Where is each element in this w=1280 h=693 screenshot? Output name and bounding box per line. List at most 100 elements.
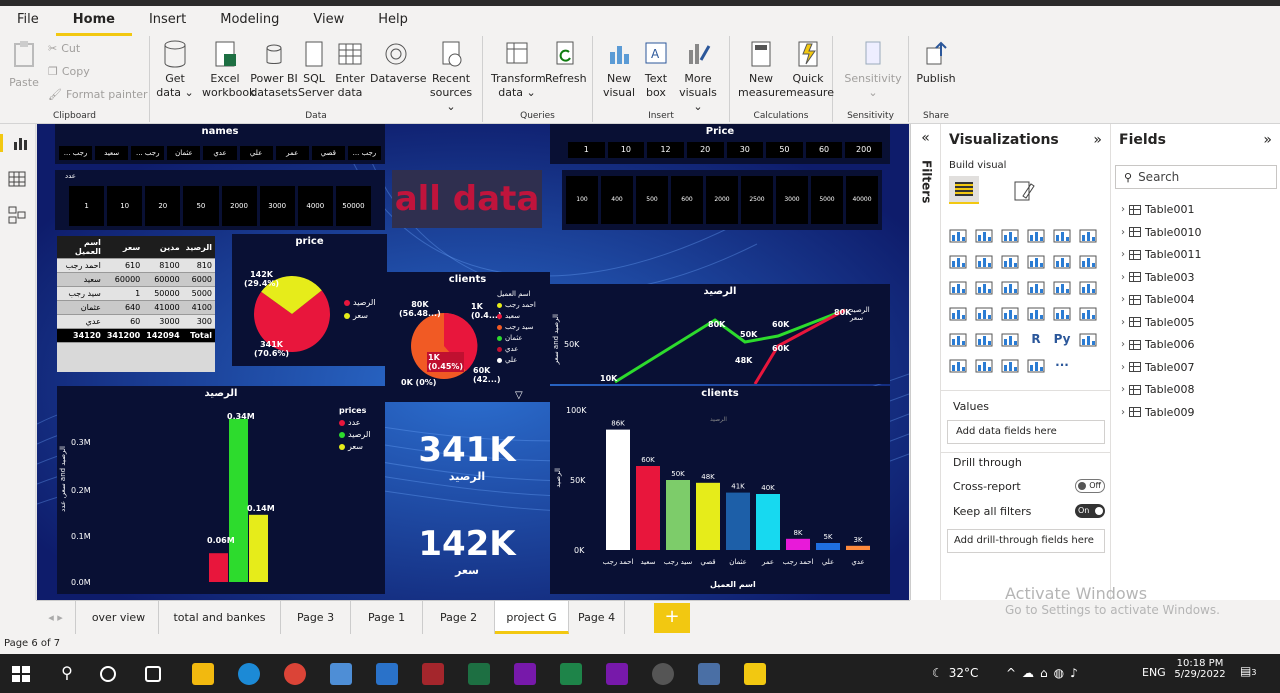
menu-insert[interactable]: Insert [132, 6, 203, 36]
cortana-icon[interactable] [100, 666, 116, 682]
key-influencers-icon[interactable] [1079, 332, 1097, 348]
kpi-icon[interactable] [1079, 306, 1097, 322]
names-slicer-item[interactable]: ... رجب [131, 146, 165, 160]
page-tab[interactable]: Page 3 [281, 601, 351, 634]
page-tab[interactable]: Page 4 [569, 601, 625, 634]
filters-pane-collapsed[interactable]: « Filters [910, 124, 940, 600]
text-box-button[interactable]: A Text box [641, 40, 671, 100]
python-visual-icon[interactable]: Py [1053, 332, 1071, 348]
qa-icon[interactable] [975, 358, 993, 374]
line-chart-icon[interactable] [949, 254, 967, 270]
field-table-item[interactable]: › Table0011 [1121, 248, 1201, 261]
100-bar-icon[interactable] [1053, 228, 1071, 244]
funnel-icon[interactable] [975, 280, 993, 296]
line-column-icon[interactable] [1027, 254, 1045, 270]
price-slicer-item[interactable]: 12 [647, 142, 684, 158]
new-measure-button[interactable]: New measure [738, 40, 786, 100]
language-indicator[interactable]: ENG [1142, 666, 1166, 679]
client-bar[interactable] [726, 492, 750, 550]
value-slicer-item[interactable]: 40000 [846, 176, 878, 224]
field-table-item[interactable]: › Table009 [1121, 406, 1194, 419]
count-slicer-item[interactable]: 10 [107, 186, 143, 226]
count-slicer-item[interactable]: 1 [69, 186, 105, 226]
notification-icon[interactable]: ▤3 [1240, 664, 1256, 678]
onenote-icon[interactable] [514, 663, 536, 685]
excel-taskbar-icon[interactable] [468, 663, 490, 685]
system-tray-icons[interactable]: ^☁⌂◍♪ [1006, 666, 1084, 680]
page-tab[interactable]: over view [79, 601, 159, 634]
format-visual-icon[interactable] [1013, 180, 1035, 202]
count-slicer-item[interactable]: 50 [183, 186, 219, 226]
count-slicer-item[interactable]: 20 [145, 186, 181, 226]
powerbi-taskbar-icon[interactable] [744, 663, 766, 685]
copy-button[interactable]: ❐ Copy [48, 65, 90, 78]
r-visual-icon[interactable]: R [1027, 332, 1045, 348]
client-bar[interactable] [636, 466, 660, 550]
tab-scroll-arrows[interactable]: ◂ ▸ [36, 601, 76, 634]
names-slicer-item[interactable]: عدي [203, 146, 237, 160]
build-visual-tab[interactable] [949, 176, 979, 204]
powerbi-datasets-button[interactable]: Power BI datasets [250, 40, 298, 100]
collapse-left-icon[interactable]: « [911, 130, 940, 146]
bar-3[interactable] [249, 514, 268, 582]
names-slicer-item[interactable]: ... رجب [347, 146, 381, 160]
clustered-bar-icon[interactable] [1001, 228, 1019, 244]
names-slicer-item[interactable]: قصي [311, 146, 345, 160]
line-clustered-icon[interactable] [1053, 254, 1071, 270]
table-row[interactable]: سعيد 60000 60000 6000 [57, 272, 215, 287]
area-chart-icon[interactable] [975, 254, 993, 270]
onenote-icon-2[interactable] [606, 663, 628, 685]
page-tab[interactable]: Page 2 [423, 601, 495, 634]
names-slicer-item[interactable]: علي [239, 146, 273, 160]
keep-filters-toggle[interactable]: On [1075, 504, 1105, 518]
value-slicer-item[interactable]: 500 [636, 176, 668, 224]
page-tab[interactable]: project G [495, 601, 569, 634]
table-icon[interactable] [975, 332, 993, 348]
count-slicer-item[interactable]: 3000 [259, 186, 295, 226]
clients-bar-chart[interactable]: clients الرصيد الرصيد 100K 50K 0K 86K احم… [550, 386, 890, 594]
expand-right-icon[interactable]: » [1093, 132, 1102, 148]
search-icon[interactable]: ⚲ [56, 663, 78, 685]
smart-narrative-icon[interactable] [1001, 358, 1019, 374]
fields-search-box[interactable]: ⚲ Search [1115, 165, 1277, 189]
chrome-icon[interactable] [284, 663, 306, 685]
client-bar[interactable] [786, 538, 810, 550]
price-card[interactable]: 142K سعر [397, 524, 537, 577]
access-icon[interactable] [422, 663, 444, 685]
chevron-down-icon[interactable]: ▽ [515, 390, 523, 401]
menu-home[interactable]: Home [55, 6, 132, 36]
client-bar[interactable] [606, 429, 630, 550]
field-table-item[interactable]: › Table004 [1121, 293, 1194, 306]
dataverse-button[interactable]: Dataverse [370, 40, 427, 86]
client-bar[interactable] [666, 480, 690, 550]
balance-card[interactable]: 341K الرصيد [397, 430, 537, 483]
field-table-item[interactable]: › Table005 [1121, 316, 1194, 329]
clock[interactable]: 10:18 PM 5/29/2022 [1172, 658, 1228, 680]
field-table-item[interactable]: › Table003 [1121, 271, 1194, 284]
app-icon-2[interactable] [698, 663, 720, 685]
waterfall-icon[interactable] [949, 280, 967, 296]
model-view-icon[interactable] [8, 206, 28, 224]
price-slicer-item[interactable]: 200 [845, 142, 882, 158]
table-row[interactable]: سيد رجب 1 50000 5000 [57, 286, 215, 301]
sensitivity-button[interactable]: Sensitivity ⌄ [843, 40, 903, 100]
bar-2[interactable] [229, 418, 248, 582]
slicer-icon[interactable] [949, 332, 967, 348]
ribbon-chart-icon[interactable] [1079, 254, 1097, 270]
stacked-bar-icon[interactable] [949, 228, 967, 244]
menu-file[interactable]: File [0, 6, 56, 36]
task-view-icon[interactable] [145, 666, 161, 682]
page-tab[interactable]: total and bankes [159, 601, 281, 634]
edge-icon[interactable] [238, 663, 260, 685]
value-slicer-item[interactable]: 600 [671, 176, 703, 224]
new-visual-button[interactable]: New visual [601, 40, 637, 100]
app-icon[interactable] [560, 663, 582, 685]
names-slicer-item[interactable]: ... رجب [59, 146, 93, 160]
client-bar[interactable] [816, 543, 840, 550]
transform-data-button[interactable]: Transform data ⌄ [491, 40, 546, 100]
report-view-icon[interactable] [0, 134, 36, 152]
value-slicer-item[interactable]: 100 [566, 176, 598, 224]
field-table-item[interactable]: › Table006 [1121, 338, 1194, 351]
value-slicer-item[interactable]: 400 [601, 176, 633, 224]
field-table-item[interactable]: › Table008 [1121, 383, 1194, 396]
